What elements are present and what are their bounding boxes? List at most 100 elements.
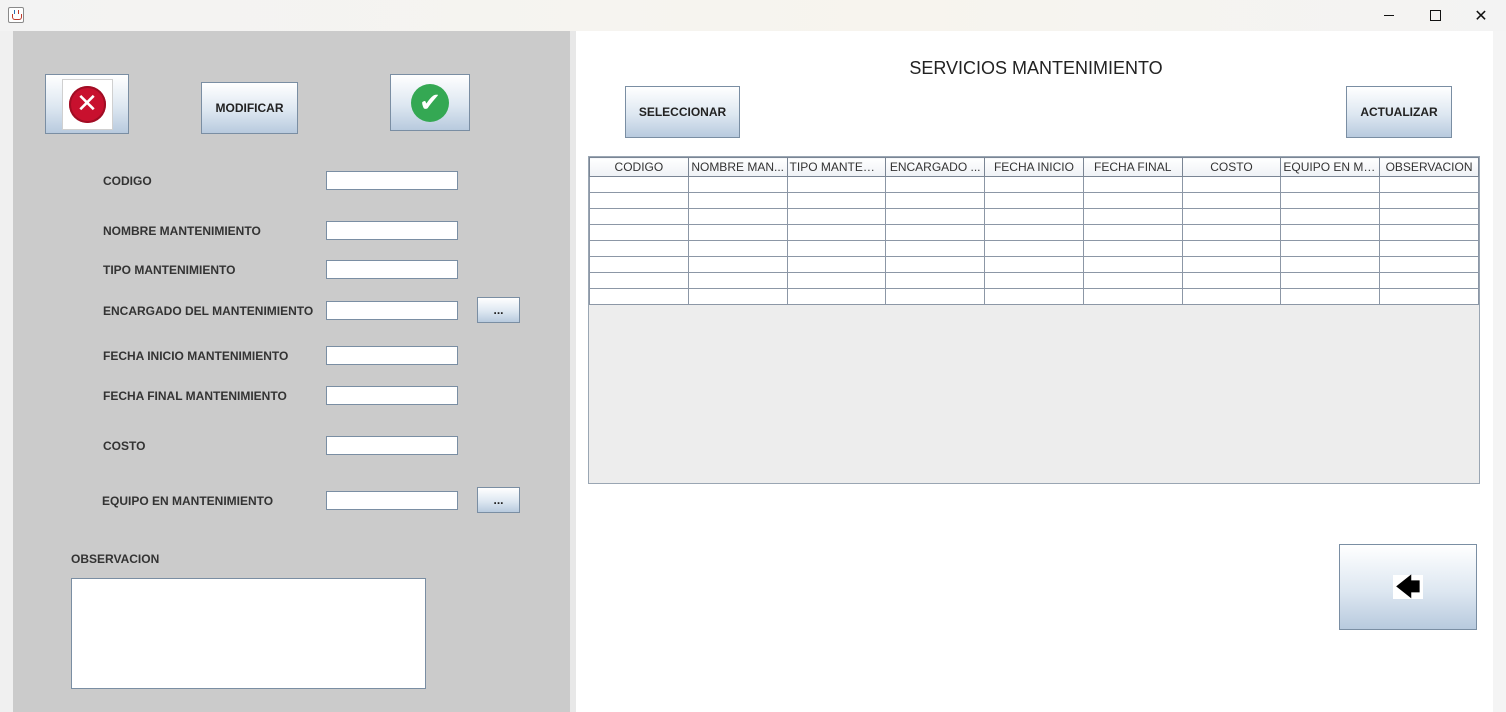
table-cell[interactable] xyxy=(786,176,887,193)
table-cell[interactable] xyxy=(687,192,788,209)
table-cell[interactable] xyxy=(984,176,1084,193)
table-cell[interactable] xyxy=(984,256,1084,273)
table-cell[interactable] xyxy=(786,208,887,225)
table-row[interactable] xyxy=(589,256,1479,273)
table-cell[interactable] xyxy=(687,288,788,305)
fecha-final-field[interactable] xyxy=(326,386,458,405)
table-cell[interactable] xyxy=(589,272,689,289)
table-cell[interactable] xyxy=(1082,272,1183,289)
table-cell[interactable] xyxy=(589,288,689,305)
table-cell[interactable] xyxy=(1181,240,1282,257)
nombre-mantenimiento-field[interactable] xyxy=(326,221,458,240)
table-cell[interactable] xyxy=(1379,192,1479,209)
table-row[interactable] xyxy=(589,240,1479,257)
table-cell[interactable] xyxy=(687,176,788,193)
table-cell[interactable] xyxy=(687,272,788,289)
table-cell[interactable] xyxy=(984,288,1084,305)
table-cell[interactable] xyxy=(885,240,986,257)
table-cell[interactable] xyxy=(885,192,986,209)
table-cell[interactable] xyxy=(1181,208,1282,225)
table-cell[interactable] xyxy=(1379,288,1479,305)
modify-button[interactable]: MODIFICAR xyxy=(201,82,298,134)
table-cell[interactable] xyxy=(984,192,1084,209)
table-cell[interactable] xyxy=(1082,176,1183,193)
column-header[interactable]: EQUIPO EN MA... xyxy=(1280,157,1381,177)
close-window-button[interactable]: ✕ xyxy=(1458,0,1504,31)
table-cell[interactable] xyxy=(885,272,986,289)
table-cell[interactable] xyxy=(1280,288,1381,305)
table-row[interactable] xyxy=(589,288,1479,305)
table-cell[interactable] xyxy=(1379,208,1479,225)
table-cell[interactable] xyxy=(589,240,689,257)
observacion-textarea[interactable] xyxy=(71,578,426,689)
column-header[interactable]: NOMBRE MAN... xyxy=(687,157,788,177)
table-cell[interactable] xyxy=(1082,224,1183,241)
table-cell[interactable] xyxy=(1280,224,1381,241)
costo-field[interactable] xyxy=(326,436,458,455)
table-cell[interactable] xyxy=(786,240,887,257)
table-cell[interactable] xyxy=(786,288,887,305)
table-cell[interactable] xyxy=(1082,288,1183,305)
table-cell[interactable] xyxy=(1181,224,1282,241)
column-header[interactable]: ENCARGADO ... xyxy=(885,157,986,177)
fecha-inicio-field[interactable] xyxy=(326,346,458,365)
table-cell[interactable] xyxy=(1181,256,1282,273)
equipo-browse-button[interactable]: ... xyxy=(477,487,520,513)
table-row[interactable] xyxy=(589,192,1479,209)
table-cell[interactable] xyxy=(1181,176,1282,193)
table-cell[interactable] xyxy=(1280,208,1381,225)
table-cell[interactable] xyxy=(1379,272,1479,289)
table-cell[interactable] xyxy=(1379,256,1479,273)
column-header[interactable]: CODIGO xyxy=(589,157,689,177)
table-cell[interactable] xyxy=(984,240,1084,257)
table-cell[interactable] xyxy=(1181,192,1282,209)
table-cell[interactable] xyxy=(984,272,1084,289)
select-button[interactable]: SELECCIONAR xyxy=(625,86,740,138)
table-cell[interactable] xyxy=(786,224,887,241)
table-cell[interactable] xyxy=(1082,192,1183,209)
table-cell[interactable] xyxy=(885,256,986,273)
table-cell[interactable] xyxy=(1082,208,1183,225)
maintenance-table-scrollpane[interactable]: CODIGO NOMBRE MAN... TIPO MANTENI... ENC… xyxy=(588,156,1480,484)
table-cell[interactable] xyxy=(984,224,1084,241)
equipo-field[interactable] xyxy=(326,491,458,510)
table-cell[interactable] xyxy=(1082,256,1183,273)
confirm-button[interactable]: ✔ xyxy=(390,74,470,131)
column-header[interactable]: FECHA FINAL xyxy=(1082,157,1183,177)
table-cell[interactable] xyxy=(589,192,689,209)
table-cell[interactable] xyxy=(589,176,689,193)
table-row[interactable] xyxy=(589,272,1479,289)
table-cell[interactable] xyxy=(786,192,887,209)
encargado-browse-button[interactable]: ... xyxy=(477,297,520,323)
column-header[interactable]: OBSERVACION xyxy=(1379,157,1479,177)
back-button[interactable]: 🡄 xyxy=(1339,544,1477,630)
table-cell[interactable] xyxy=(885,224,986,241)
table-cell[interactable] xyxy=(589,224,689,241)
table-cell[interactable] xyxy=(1280,176,1381,193)
table-cell[interactable] xyxy=(687,208,788,225)
column-header[interactable]: TIPO MANTENI... xyxy=(786,157,887,177)
table-cell[interactable] xyxy=(687,240,788,257)
table-cell[interactable] xyxy=(984,208,1084,225)
table-cell[interactable] xyxy=(1181,272,1282,289)
table-cell[interactable] xyxy=(687,256,788,273)
table-cell[interactable] xyxy=(885,288,986,305)
table-cell[interactable] xyxy=(885,208,986,225)
table-cell[interactable] xyxy=(1181,288,1282,305)
table-cell[interactable] xyxy=(1280,240,1381,257)
maximize-button[interactable] xyxy=(1412,0,1458,31)
encargado-field[interactable] xyxy=(326,301,458,320)
table-cell[interactable] xyxy=(1280,272,1381,289)
table-cell[interactable] xyxy=(687,224,788,241)
table-row[interactable] xyxy=(589,224,1479,241)
column-header[interactable]: COSTO xyxy=(1181,157,1282,177)
table-cell[interactable] xyxy=(589,208,689,225)
table-cell[interactable] xyxy=(1379,176,1479,193)
table-cell[interactable] xyxy=(1379,224,1479,241)
codigo-field[interactable] xyxy=(326,171,458,190)
table-cell[interactable] xyxy=(1082,240,1183,257)
table-cell[interactable] xyxy=(1379,240,1479,257)
cancel-button[interactable]: ✕ xyxy=(45,74,129,134)
table-row[interactable] xyxy=(589,176,1479,193)
table-cell[interactable] xyxy=(786,272,887,289)
